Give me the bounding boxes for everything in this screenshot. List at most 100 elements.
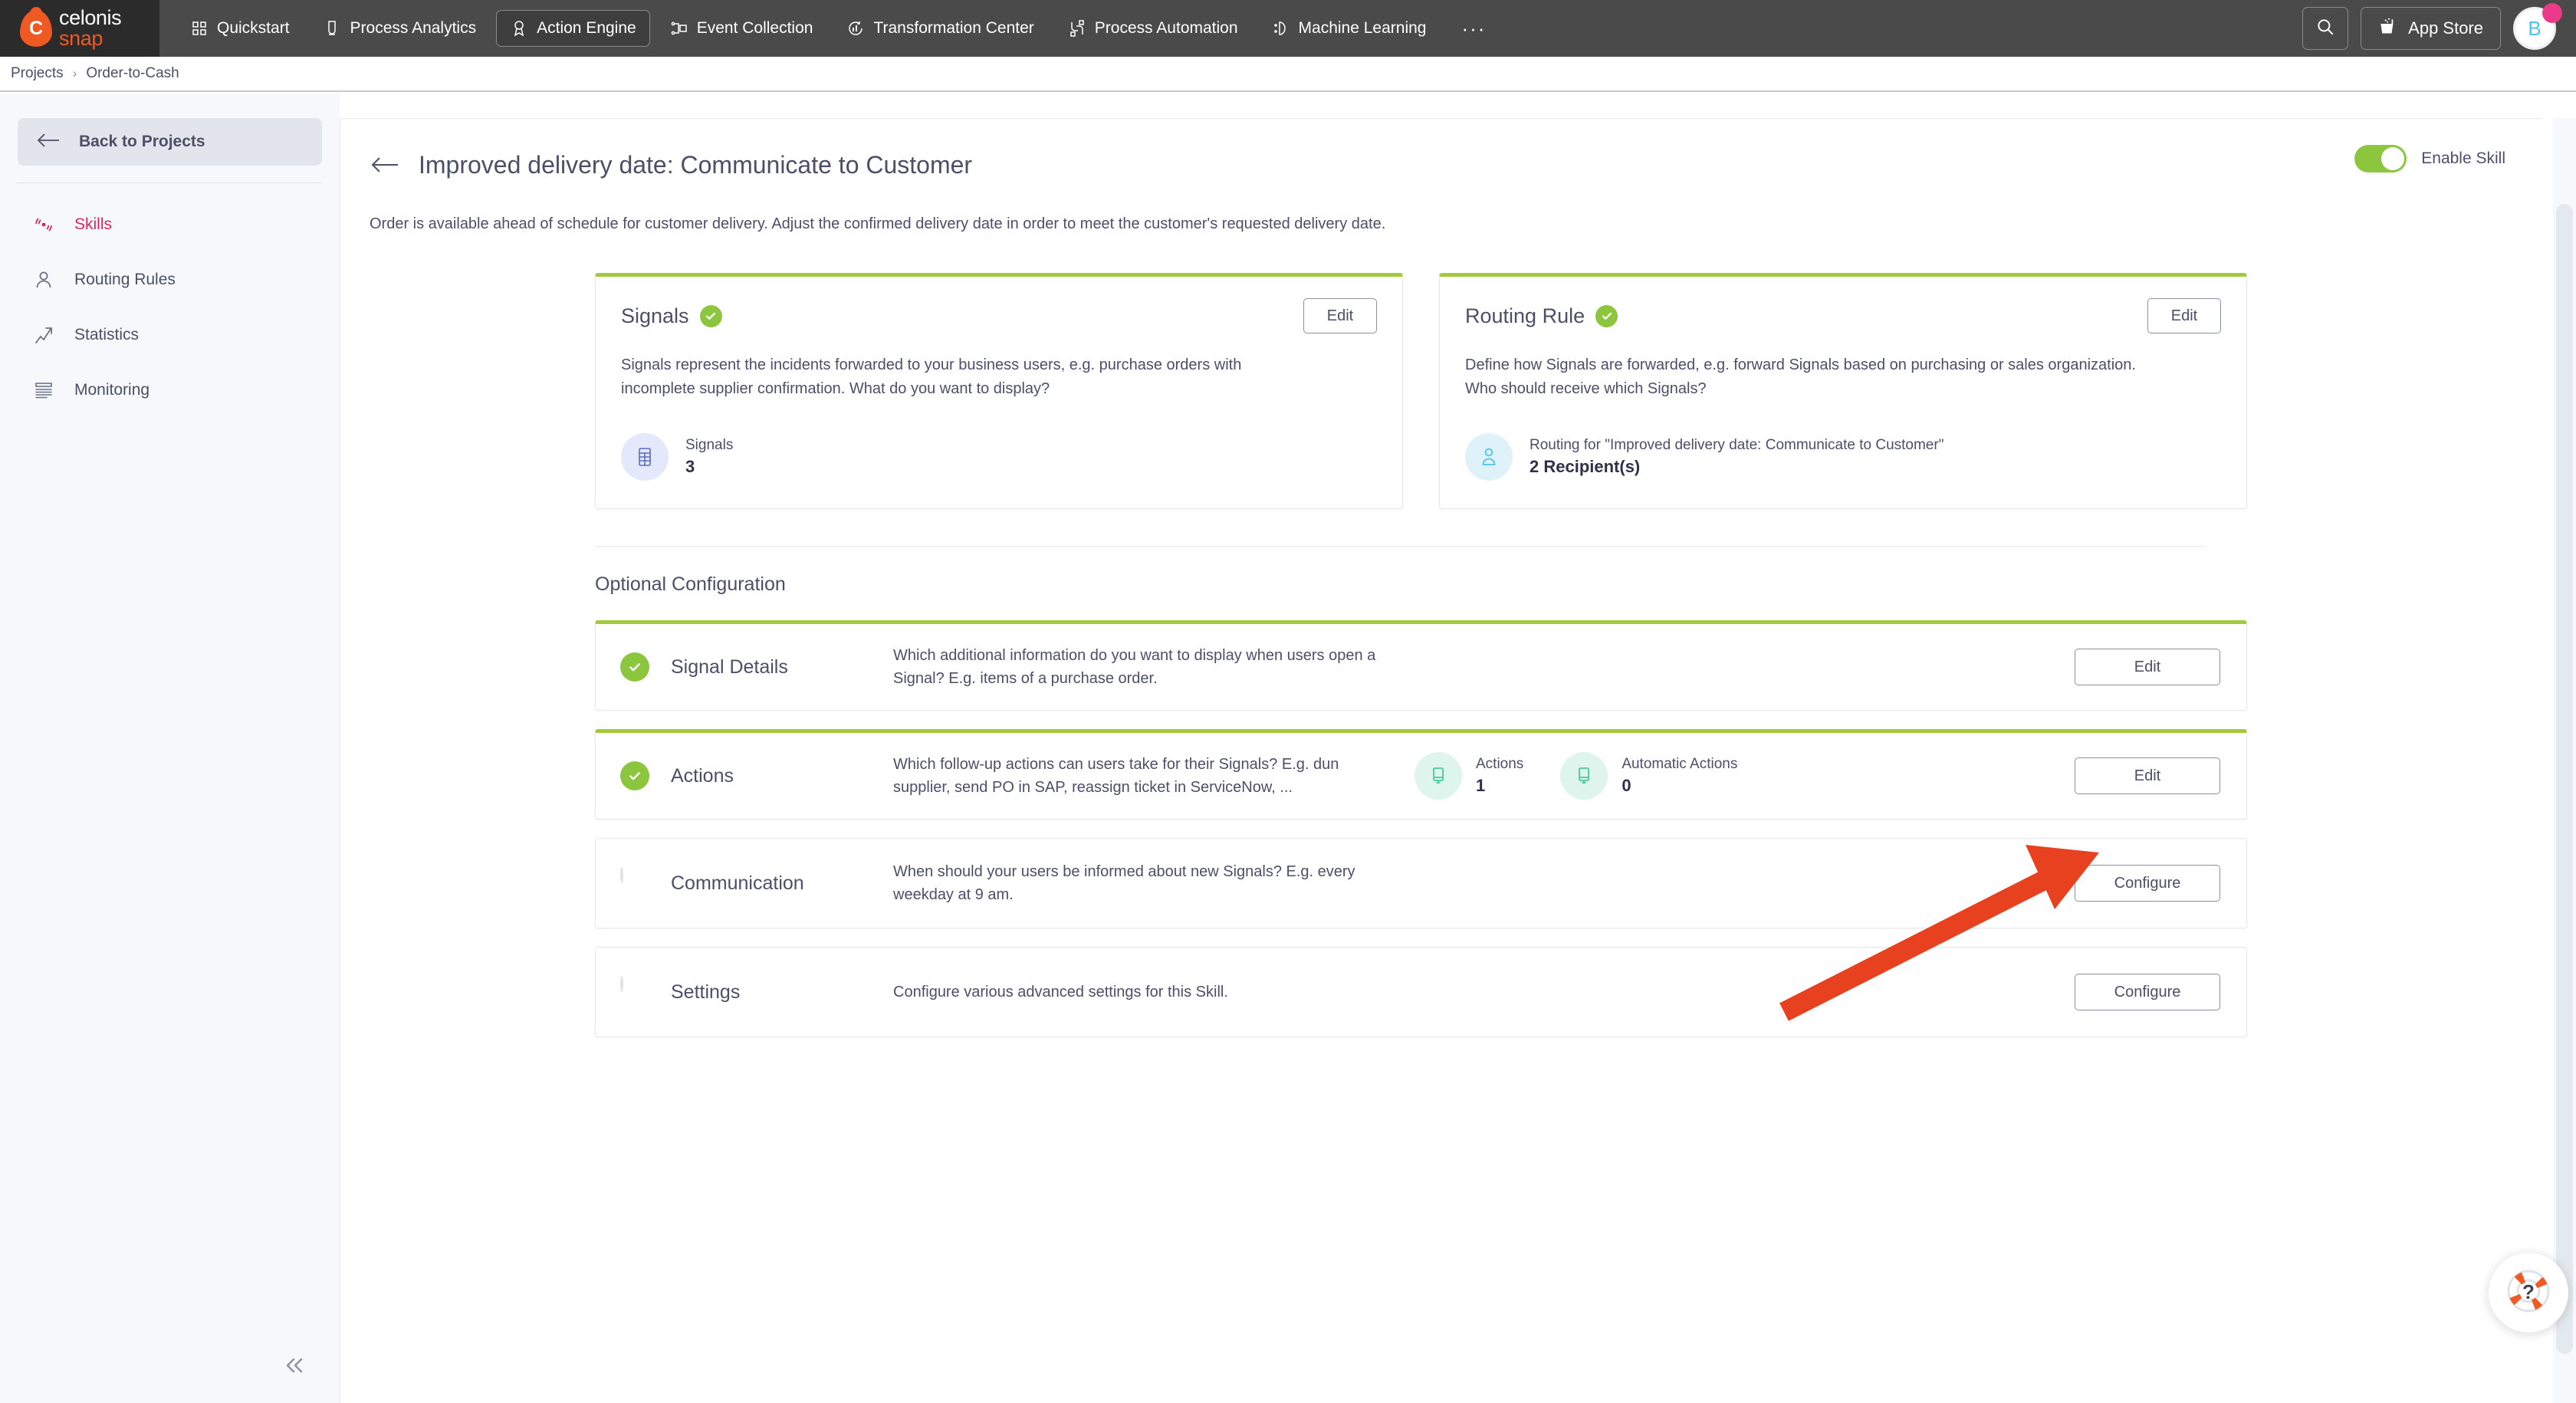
top-navigation-bar: C celonis snap Quickstart Process Analyt… bbox=[0, 0, 2576, 57]
enable-skill-toggle-group: Enable Skill bbox=[2354, 145, 2505, 172]
breadcrumb: Projects › Order-to-Cash bbox=[0, 57, 2576, 92]
option-row-signal-details: Signal Details Which additional informat… bbox=[595, 620, 2247, 711]
help-button[interactable]: ? bbox=[2489, 1253, 2568, 1332]
nav-item-label: Process Automation bbox=[1094, 19, 1238, 37]
monitor-icon bbox=[1414, 752, 1462, 800]
app-store-icon bbox=[2378, 16, 2398, 41]
search-icon bbox=[2315, 17, 2335, 41]
brand-line-celonis: celonis bbox=[59, 6, 122, 29]
routing-rule-card-header: Routing Rule Edit bbox=[1465, 298, 2221, 334]
sidebar-item-statistics[interactable]: Statistics bbox=[0, 307, 340, 363]
user-avatar-button[interactable]: B bbox=[2513, 3, 2562, 52]
option-name: Signal Details bbox=[671, 656, 788, 678]
routing-rule-metric-text: Routing for "Improved delivery date: Com… bbox=[1530, 437, 1944, 477]
communication-configure-button[interactable]: Configure bbox=[2075, 865, 2220, 902]
sidebar-item-label: Routing Rules bbox=[74, 271, 176, 288]
signals-card: Signals Edit Signals represent the incid… bbox=[595, 273, 1403, 509]
transformation-center-icon bbox=[846, 18, 865, 38]
brand-wordmark: celonis snap bbox=[59, 6, 122, 49]
nav-item-label: Machine Learning bbox=[1298, 19, 1427, 37]
option-description: Configure various advanced settings for … bbox=[893, 983, 1228, 1001]
option-action-cell: Configure bbox=[2075, 974, 2220, 1010]
signals-metric-label: Signals bbox=[685, 437, 734, 453]
sidebar-item-label: Statistics bbox=[74, 326, 140, 343]
nav-item-process-analytics[interactable]: Process Analytics bbox=[310, 10, 491, 47]
settings-configure-button[interactable]: Configure bbox=[2075, 974, 2220, 1010]
signal-icon bbox=[31, 212, 56, 237]
routing-rule-edit-button[interactable]: Edit bbox=[2147, 298, 2221, 334]
breadcrumb-projects-link[interactable]: Projects bbox=[11, 65, 64, 82]
process-analytics-icon bbox=[324, 18, 342, 38]
collapse-sidebar-button[interactable] bbox=[272, 1345, 317, 1389]
enable-skill-toggle[interactable] bbox=[2354, 145, 2407, 172]
user-icon bbox=[31, 268, 56, 292]
option-row-communication: Communication When should your users be … bbox=[595, 838, 2247, 928]
signals-card-title: Signals bbox=[621, 304, 689, 327]
main-scrollbar-thumb[interactable] bbox=[2556, 204, 2573, 1354]
routing-rule-card: Routing Rule Edit Define how Signals are… bbox=[1439, 273, 2247, 509]
option-name: Settings bbox=[671, 981, 741, 1003]
sidebar-item-label: Monitoring bbox=[74, 381, 150, 399]
routing-rule-metric-label: Routing for "Improved delivery date: Com… bbox=[1530, 437, 1944, 453]
page-back-arrow-icon[interactable] bbox=[370, 148, 403, 182]
check-circle-icon bbox=[699, 304, 722, 327]
app-store-button[interactable]: App Store bbox=[2361, 7, 2501, 50]
page-title: Improved delivery date: Communicate to C… bbox=[419, 150, 973, 179]
nav-item-process-automation[interactable]: Process Automation bbox=[1054, 10, 1252, 47]
nav-item-machine-learning[interactable]: Machine Learning bbox=[1258, 10, 1441, 47]
signals-edit-button[interactable]: Edit bbox=[1303, 298, 1377, 334]
trend-arrow-icon bbox=[31, 323, 56, 347]
nav-item-action-engine[interactable]: Action Engine bbox=[496, 10, 650, 47]
back-to-projects-button[interactable]: Back to Projects bbox=[18, 118, 322, 166]
sidebar-nav-items: Skills Routing Rules Statistics Monitori… bbox=[0, 197, 340, 418]
nav-item-transformation-center[interactable]: Transformation Center bbox=[833, 10, 1047, 47]
status-incomplete-icon bbox=[620, 867, 649, 898]
automatic-actions-metric-label: Automatic Actions bbox=[1622, 756, 1738, 772]
option-description: Which additional information do you want… bbox=[893, 646, 1376, 687]
breadcrumb-current-project[interactable]: Order-to-Cash bbox=[86, 65, 179, 82]
app-store-label: App Store bbox=[2408, 18, 2483, 38]
logo-mark-letter: C bbox=[28, 17, 44, 39]
sidebar-divider bbox=[18, 182, 322, 183]
monitor-icon bbox=[1560, 752, 1608, 800]
enable-skill-label: Enable Skill bbox=[2421, 150, 2505, 167]
signal-details-edit-button[interactable]: Edit bbox=[2075, 649, 2220, 685]
table-grid-icon bbox=[621, 433, 669, 481]
celonis-snap-logo[interactable]: C celonis snap bbox=[0, 0, 159, 57]
sidebar-item-label: Skills bbox=[74, 215, 113, 233]
action-engine-icon bbox=[510, 18, 528, 38]
top-nav-right-actions: App Store B bbox=[2302, 0, 2576, 57]
life-ring-help-icon: ? bbox=[2503, 1266, 2554, 1320]
routing-rule-card-description: Define how Signals are forwarded, e.g. f… bbox=[1465, 356, 2136, 397]
actions-metric-value: 1 bbox=[1476, 776, 1486, 795]
status-complete-icon bbox=[620, 761, 649, 790]
signals-metric: Signals 3 bbox=[621, 433, 1377, 481]
search-button[interactable] bbox=[2302, 7, 2349, 50]
page-description: Order is available ahead of schedule for… bbox=[370, 215, 1386, 232]
avatar-notification-badge bbox=[2542, 3, 2562, 23]
celonis-drop-icon: C bbox=[20, 10, 52, 47]
actions-count-metric: Actions 1 bbox=[1414, 752, 1523, 800]
nav-item-event-collection[interactable]: Event Collection bbox=[656, 10, 827, 47]
actions-edit-button[interactable]: Edit bbox=[2075, 757, 2220, 794]
routing-rule-metric: Routing for "Improved delivery date: Com… bbox=[1465, 433, 2221, 481]
list-lines-icon bbox=[31, 378, 56, 402]
option-action-cell: Edit bbox=[2075, 757, 2220, 794]
option-row-settings: Settings Configure various advanced sett… bbox=[595, 947, 2247, 1037]
check-circle-icon bbox=[1595, 304, 1618, 327]
process-automation-icon bbox=[1068, 18, 1086, 38]
sidebar-item-routing-rules[interactable]: Routing Rules bbox=[0, 252, 340, 307]
option-description: When should your users be informed about… bbox=[893, 863, 1355, 903]
sidebar-item-skills[interactable]: Skills bbox=[0, 197, 340, 252]
nav-item-label: Event Collection bbox=[696, 19, 813, 37]
routing-rule-card-title: Routing Rule bbox=[1465, 304, 1585, 327]
sidebar-item-monitoring[interactable]: Monitoring bbox=[0, 363, 340, 418]
status-incomplete-icon bbox=[620, 976, 649, 1007]
status-complete-icon bbox=[620, 652, 649, 682]
nav-overflow-menu-button[interactable]: ··· bbox=[1449, 10, 1498, 47]
event-collection-icon bbox=[670, 18, 688, 38]
option-action-cell: Configure bbox=[2075, 865, 2220, 902]
optional-configuration-list: Signal Details Which additional informat… bbox=[595, 620, 2247, 1037]
nav-item-quickstart[interactable]: Quickstart bbox=[176, 10, 304, 47]
section-divider bbox=[595, 546, 2205, 547]
